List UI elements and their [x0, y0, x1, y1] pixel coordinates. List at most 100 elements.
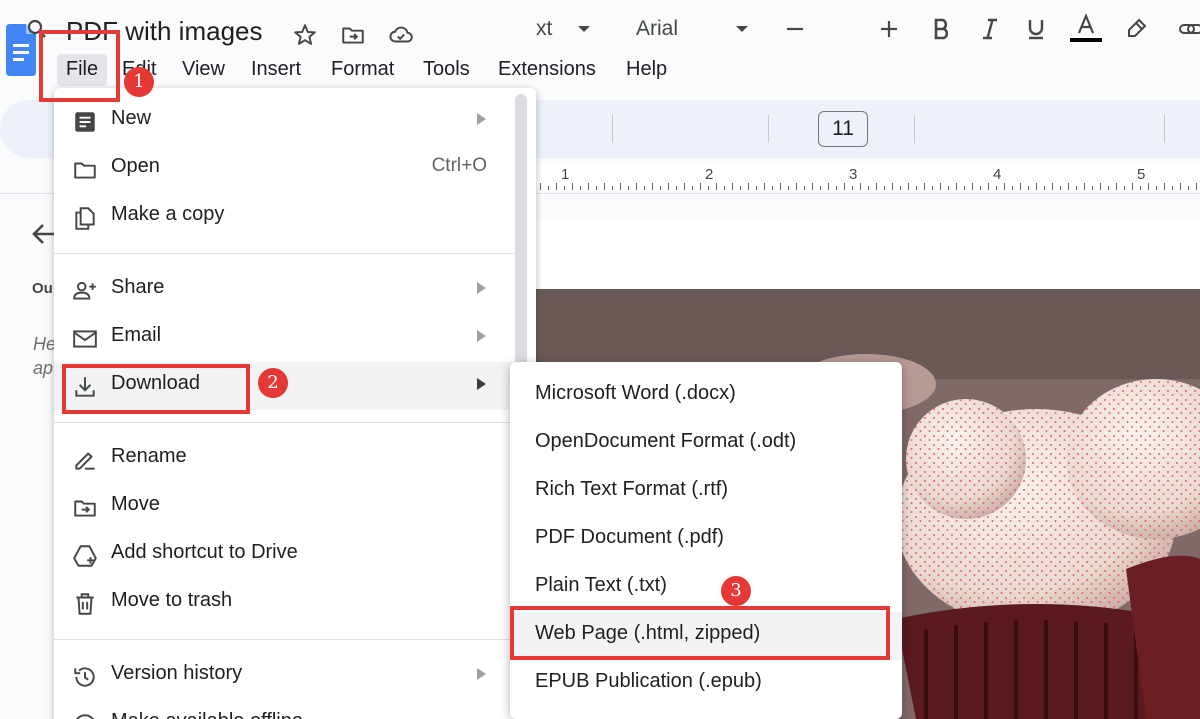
ruler-tick — [636, 183, 637, 190]
ruler-number: 3 — [849, 166, 858, 183]
file-menu-item-email[interactable]: Email — [54, 314, 514, 362]
ruler-tick — [1028, 186, 1029, 190]
insert-link-button[interactable] — [1178, 0, 1200, 58]
ruler-tick — [716, 183, 717, 190]
ruler-tick — [628, 186, 629, 190]
font-size-input[interactable]: 11 — [818, 111, 868, 147]
menu-view[interactable]: View — [178, 54, 229, 86]
file-menu-item-rename[interactable]: Rename — [54, 435, 514, 483]
bold-icon — [934, 18, 949, 40]
ruler-tick — [1108, 186, 1109, 190]
ruler-tick — [692, 186, 693, 190]
menu-help[interactable]: Help — [622, 54, 671, 86]
download-option-odt[interactable]: OpenDocument Format (.odt) — [510, 420, 902, 468]
download-option-docx[interactable]: Microsoft Word (.docx) — [510, 372, 902, 420]
ruler-tick — [1188, 186, 1189, 190]
ruler-number: 4 — [993, 166, 1002, 183]
ruler-tick — [756, 186, 757, 190]
file-menu-label: Version history — [111, 662, 243, 684]
bold-button[interactable] — [928, 0, 956, 58]
move-to-folder-icon[interactable] — [340, 22, 366, 48]
ruler-tick — [1164, 183, 1165, 190]
rename-pencil-icon — [75, 452, 95, 470]
horizontal-ruler[interactable]: 1 2 3 4 5 — [536, 164, 1200, 190]
ruler-tick — [1116, 183, 1117, 190]
ruler-tick — [644, 186, 645, 190]
ruler-tick — [772, 186, 773, 190]
menu-format[interactable]: Format — [327, 54, 398, 86]
ruler-tick — [820, 186, 821, 190]
underline-button[interactable] — [1022, 0, 1050, 58]
menu-insert[interactable]: Insert — [247, 54, 305, 86]
ruler-tick — [788, 186, 789, 190]
download-option-pdf[interactable]: PDF Document (.pdf) — [510, 516, 902, 564]
font-family-select[interactable]: Arial — [636, 0, 696, 58]
download-option-rtf[interactable]: Rich Text Format (.rtf) — [510, 468, 902, 516]
ruler-tick — [1140, 186, 1141, 190]
ruler-tick — [1196, 183, 1197, 190]
text-color-icon — [1070, 13, 1102, 42]
trash-icon — [76, 593, 94, 615]
download-option-label: Microsoft Word (.docx) — [535, 382, 736, 404]
ruler-tick — [548, 186, 549, 190]
history-icon — [74, 667, 95, 687]
file-menu-item-share[interactable]: Share — [54, 266, 514, 314]
ruler-tick — [868, 186, 869, 190]
ruler-tick — [1060, 186, 1061, 190]
download-option-label: OpenDocument Format (.odt) — [535, 430, 797, 452]
menu-divider — [54, 639, 514, 640]
file-menu-item-add-shortcut[interactable]: Add shortcut to Drive — [54, 531, 514, 579]
ruler-tick — [700, 183, 701, 190]
plus-icon — [881, 21, 897, 37]
font-dropdown-chevron[interactable] — [732, 0, 752, 58]
ruler-number: 1 — [561, 166, 570, 183]
file-menu-item-make-available-offline[interactable]: Make available offline — [54, 700, 514, 719]
file-menu-item-new[interactable]: New — [54, 97, 514, 145]
download-option-txt[interactable]: Plain Text (.txt) — [510, 564, 902, 612]
decrease-font-size-button[interactable] — [782, 0, 808, 58]
highlight-html-option — [510, 606, 890, 660]
star-icon[interactable] — [292, 22, 318, 48]
step-badge-1: 1 — [124, 67, 154, 97]
menu-extensions[interactable]: Extensions — [494, 54, 600, 86]
ruler-tick — [884, 186, 885, 190]
ruler-tick — [612, 186, 613, 190]
ruler-tick — [740, 186, 741, 190]
ruler-tick — [1044, 186, 1045, 190]
keyboard-shortcut: Ctrl+O — [431, 155, 487, 176]
toolbar-divider — [768, 115, 769, 143]
file-menu-item-move-to-trash[interactable]: Move to trash — [54, 579, 514, 627]
file-menu-label: Make a copy — [111, 203, 225, 225]
file-menu-label: Share — [111, 276, 165, 298]
text-color-button[interactable] — [1068, 0, 1104, 58]
italic-button[interactable] — [976, 0, 1004, 58]
increase-font-size-button[interactable] — [876, 0, 902, 58]
ruler-tick — [796, 183, 797, 190]
ruler-tick — [972, 183, 973, 190]
file-menu-item-move[interactable]: Move — [54, 483, 514, 531]
cloud-saved-icon[interactable] — [388, 22, 414, 48]
file-menu-item-version-history[interactable]: Version history — [54, 652, 514, 700]
ruler-tick — [540, 183, 541, 190]
step-badge-2: 2 — [258, 368, 288, 398]
download-option-epub[interactable]: EPUB Publication (.epub) — [510, 660, 902, 708]
paragraph-style-select[interactable]: xt — [536, 0, 558, 58]
file-menu-item-open[interactable]: Open Ctrl+O — [54, 145, 514, 193]
ruler-tick — [1092, 186, 1093, 190]
ruler-tick — [900, 186, 901, 190]
file-menu-label: Make available offline — [111, 710, 303, 719]
file-menu-item-make-copy[interactable]: Make a copy — [54, 193, 514, 241]
download-option-label: Rich Text Format (.rtf) — [535, 478, 728, 500]
file-menu-label: Add shortcut to Drive — [111, 541, 298, 563]
ruler-tick — [876, 183, 877, 190]
file-menu-label: Open — [111, 155, 160, 177]
menu-tools[interactable]: Tools — [419, 54, 474, 86]
ruler-number: 5 — [1137, 166, 1146, 183]
ruler-tick — [1148, 183, 1149, 190]
style-dropdown-chevron[interactable] — [574, 0, 594, 58]
ruler-tick — [684, 183, 685, 190]
ruler-tick — [1012, 186, 1013, 190]
ruler-tick — [596, 186, 597, 190]
ruler-tick — [828, 183, 829, 190]
highlight-color-button[interactable] — [1122, 0, 1150, 58]
